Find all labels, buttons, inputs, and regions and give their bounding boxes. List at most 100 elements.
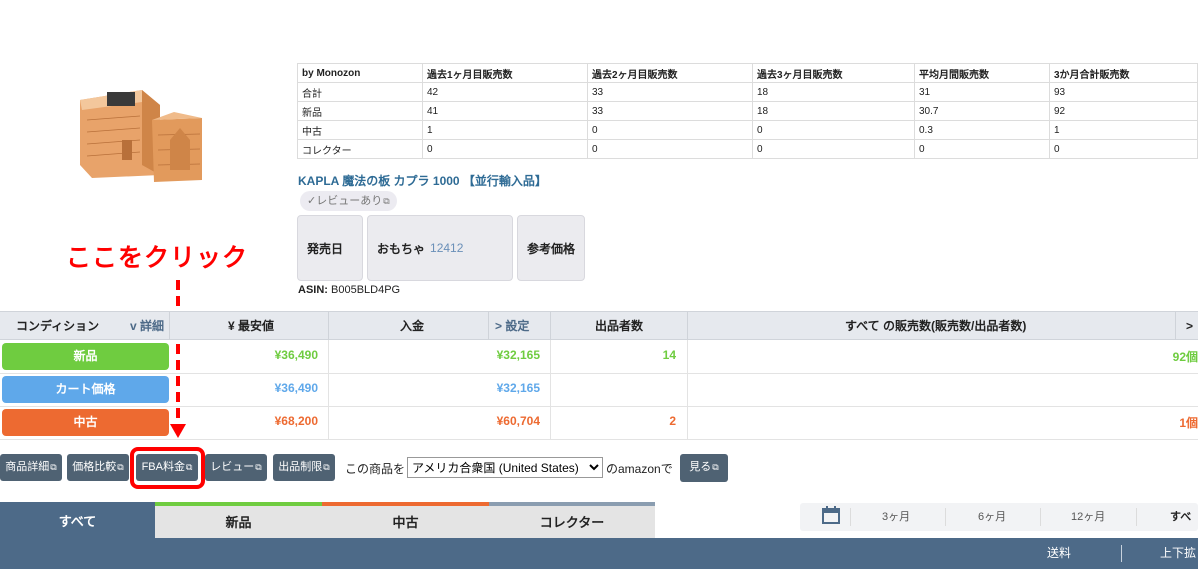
review-button[interactable]: レビュー⧉	[205, 454, 267, 481]
annotation-text: ここをクリック	[66, 244, 249, 272]
release-date-box: 発売日	[297, 215, 363, 281]
fba-fee-button[interactable]: FBA料金⧉	[136, 454, 198, 481]
new-sales: 92個	[1172, 350, 1198, 364]
country-select[interactable]: アメリカ合衆国 (United States)	[407, 457, 603, 478]
table-cell: 0.3	[914, 120, 1050, 140]
tab-all[interactable]: すべて	[0, 502, 155, 538]
table-cell: 中古	[297, 120, 423, 140]
product-detail-button[interactable]: 商品詳細⧉	[0, 454, 62, 481]
table-cell: 0	[914, 139, 1050, 159]
table-row: 新品 41 33 18 30.7 92	[297, 101, 1198, 121]
table-cell: 1	[422, 120, 588, 140]
asin-value: B005BLD4PG	[331, 284, 401, 296]
sales-count-header: すべて の販売数(販売数/出品者数)	[845, 319, 1027, 333]
price-table-header: コンディション v 詳細 ¥ 最安値 入金 > 設定 出品者数 すべて の販売数…	[0, 311, 1198, 340]
product-title-link[interactable]: KAPLA 魔法の板 カプラ 1000 【並行輸入品】	[298, 172, 547, 189]
sales-header-cell: 過去3ヶ月目販売数	[752, 63, 915, 83]
table-cell: 1	[1049, 120, 1198, 140]
category-rank-box: おもちゃ 12412	[367, 215, 513, 281]
release-date-label: 発売日	[307, 241, 344, 256]
detail-toggle[interactable]: v 詳細	[130, 312, 164, 340]
used-lowest-price: ¥68,200	[274, 414, 318, 428]
table-cell: コレクター	[297, 139, 423, 159]
range-6-months[interactable]: 6ヶ月	[978, 503, 1006, 531]
table-cell: 41	[422, 101, 588, 121]
view-button[interactable]: 見る⧉	[680, 454, 728, 482]
external-link-icon: ⧉	[712, 462, 719, 472]
range-12-months[interactable]: 12ヶ月	[1071, 503, 1105, 531]
table-cell: 93	[1049, 82, 1198, 102]
settings-link[interactable]: > 設定	[495, 312, 529, 340]
expand-toggle[interactable]: 上下拡	[1160, 538, 1196, 569]
review-badge[interactable]: ✓レビューあり⧉	[300, 191, 397, 211]
tab-collector[interactable]: コレクター	[489, 502, 655, 538]
range-all[interactable]: すべて	[1170, 503, 1198, 551]
condition-header: コンディション	[16, 319, 100, 333]
product-image	[80, 90, 202, 182]
view-button-label: 見る	[689, 461, 712, 473]
table-cell: 0	[422, 139, 588, 159]
country-label: この商品を	[345, 462, 406, 476]
chart-control-bar: 送料 上下拡	[0, 538, 1198, 569]
external-link-icon: ⧉	[383, 196, 390, 206]
table-cell: 18	[752, 82, 915, 102]
listing-restriction-label: 出品制限	[278, 461, 323, 473]
review-label: レビュー	[210, 461, 255, 473]
tab-new[interactable]: 新品	[155, 502, 322, 538]
sellers-header: 出品者数	[595, 319, 644, 333]
product-detail-label: 商品詳細	[5, 461, 50, 473]
table-cell: 31	[914, 82, 1050, 102]
shipping-toggle[interactable]: 送料	[1047, 538, 1071, 569]
price-compare-button[interactable]: 価格比較⧉	[67, 454, 129, 481]
category-rank: 12412	[430, 241, 464, 255]
external-link-icon: ⧉	[323, 462, 330, 472]
used-sellers: 2	[669, 414, 676, 428]
table-cell: 0	[1049, 139, 1198, 159]
sales-header-cell: 過去2ヶ月目販売数	[587, 63, 753, 83]
price-compare-label: 価格比較	[72, 461, 117, 473]
sales-header-cell: 3か月合計販売数	[1049, 63, 1198, 83]
table-cell: 0	[752, 139, 915, 159]
condition-tab-bar: すべて 新品 中古 コレクター	[0, 502, 655, 538]
table-cell: 合計	[297, 82, 423, 102]
cart-lowest-price: ¥36,490	[274, 381, 318, 395]
deposit-header: 入金	[400, 319, 425, 333]
external-link-icon: ⧉	[50, 462, 57, 472]
table-cell: 18	[752, 101, 915, 121]
table-cell: 0	[752, 120, 915, 140]
external-link-icon: ⧉	[117, 462, 124, 472]
sales-table-header: by Monozon 過去1ヶ月目販売数 過去2ヶ月目販売数 過去3ヶ月目販売数…	[297, 63, 1198, 83]
category-label: おもちゃ	[377, 241, 426, 256]
condition-cart-button[interactable]: カート価格	[2, 376, 169, 403]
calendar-icon[interactable]	[822, 506, 840, 526]
cart-deposit: ¥32,165	[496, 381, 540, 395]
table-cell: 33	[587, 101, 753, 121]
new-lowest-price: ¥36,490	[274, 348, 318, 362]
table-cell: 30.7	[914, 101, 1050, 121]
asin-label: ASIN:	[298, 284, 328, 296]
table-cell: 新品	[297, 101, 423, 121]
more-arrow-icon[interactable]: >	[1186, 312, 1193, 340]
range-3-months[interactable]: 3ヶ月	[882, 503, 910, 531]
table-row: コレクター 0 0 0 0 0	[297, 139, 1198, 159]
tab-used[interactable]: 中古	[322, 502, 489, 538]
lowest-price-header: ¥ 最安値	[228, 319, 275, 333]
condition-new-button[interactable]: 新品	[2, 343, 169, 370]
new-sellers: 14	[662, 348, 676, 362]
amazon-label: のamazonで	[606, 462, 673, 476]
table-row: 中古 1 0 0 0.3 1	[297, 120, 1198, 140]
range-selector: 3ヶ月 6ヶ月 12ヶ月 すべて	[800, 503, 1198, 551]
table-cell: 0	[587, 120, 753, 140]
external-link-icon: ⧉	[255, 462, 262, 472]
reference-price-label: 参考価格	[527, 241, 576, 256]
table-cell: 0	[587, 139, 753, 159]
sales-table: by Monozon 過去1ヶ月目販売数 過去2ヶ月目販売数 過去3ヶ月目販売数…	[297, 63, 1198, 159]
new-deposit: ¥32,165	[496, 348, 540, 362]
condition-used-button[interactable]: 中古	[2, 409, 169, 436]
table-cell: 92	[1049, 101, 1198, 121]
sales-header-cell: 過去1ヶ月目販売数	[422, 63, 588, 83]
listing-restriction-button[interactable]: 出品制限⧉	[273, 454, 335, 481]
sales-header-cell: by Monozon	[297, 63, 423, 83]
table-cell: 42	[422, 82, 588, 102]
table-row: 合計 42 33 18 31 93	[297, 82, 1198, 102]
